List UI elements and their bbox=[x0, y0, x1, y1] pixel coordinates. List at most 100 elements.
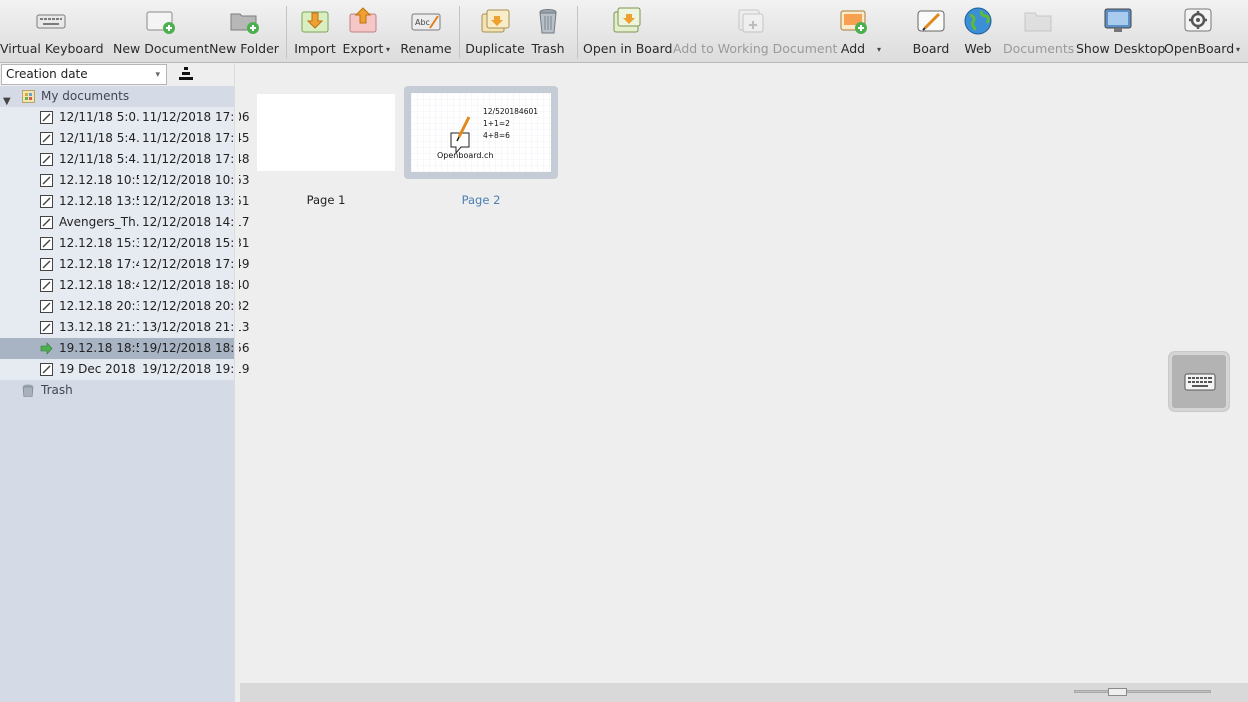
add-button[interactable]: Add bbox=[831, 0, 875, 62]
export-dropdown-arrow[interactable]: ▾ bbox=[386, 45, 390, 54]
document-pen-icon bbox=[40, 258, 53, 271]
document-name: 12/11/18 5:4... bbox=[59, 152, 139, 166]
web-button[interactable]: Web bbox=[958, 0, 998, 62]
trash-icon bbox=[22, 384, 34, 397]
folder-icon bbox=[1024, 12, 1052, 32]
tree-document-row[interactable]: 12.12.18 20:3212/12/2018 20:32 bbox=[0, 296, 250, 317]
grid-icon bbox=[22, 90, 35, 103]
document-pen-icon bbox=[40, 195, 53, 208]
tree-document-row[interactable]: 12/11/18 5:4... 11/12/2018 17:48 bbox=[0, 149, 250, 170]
panel-splitter[interactable] bbox=[234, 63, 239, 702]
new-folder-button[interactable]: New Folder bbox=[207, 0, 281, 62]
page-thumbnail-2[interactable]: 12/520184601 1+1=2 4+8=6 Openboard.ch Pa… bbox=[404, 86, 558, 216]
web-label: Web bbox=[964, 41, 992, 56]
rename-button[interactable]: Abc Rename bbox=[400, 0, 452, 62]
open-in-board-button[interactable]: Open in Board bbox=[583, 0, 672, 62]
trash-label: Trash bbox=[531, 41, 565, 56]
tree-document-row[interactable]: 19 Dec 2018 ...19/12/2018 19:19 bbox=[0, 359, 250, 380]
toolbar: Virtual Keyboard New Document New Folder… bbox=[0, 0, 1248, 63]
sort-order-icon[interactable] bbox=[178, 66, 194, 82]
export-icon bbox=[349, 7, 377, 33]
document-name: 19 Dec 2018 ... bbox=[59, 362, 139, 376]
import-icon bbox=[301, 11, 329, 33]
sort-bar: Creation date ▾ bbox=[0, 63, 234, 86]
add-dropdown-arrow[interactable]: ▾ bbox=[877, 45, 881, 54]
openboard-menu-button[interactable]: OpenBoard bbox=[1164, 0, 1235, 62]
document-name: 12/11/18 5:0... bbox=[59, 110, 139, 124]
import-label: Import bbox=[294, 41, 336, 56]
keyboard-icon bbox=[36, 14, 65, 29]
export-button[interactable]: Export bbox=[340, 0, 386, 62]
virtual-keyboard-button[interactable]: Virtual Keyboard bbox=[0, 0, 104, 62]
new-folder-icon bbox=[230, 13, 259, 34]
duplicate-button[interactable]: Duplicate bbox=[465, 0, 525, 62]
board-text-line-1: 12/520184601 bbox=[483, 107, 538, 116]
document-tree: ▼ My documents 12/11/18 5:0... 11/12/2018… bbox=[0, 86, 250, 702]
tree-document-row[interactable]: Avengers_Th... 12/12/2018 14:17 bbox=[0, 212, 250, 233]
documents-button[interactable]: Documents bbox=[1003, 0, 1074, 62]
document-name: 19.12.18 18:56 bbox=[59, 341, 139, 355]
monitor-icon bbox=[1104, 8, 1132, 32]
page-thumbnail-image bbox=[257, 94, 395, 171]
tree-document-row[interactable]: 12.12.18 17:4912/12/2018 17:49 bbox=[0, 254, 250, 275]
tree-folder-trash[interactable]: Trash bbox=[0, 380, 234, 401]
tree-document-row[interactable]: 12.12.18 15:3112/12/2018 15:31 bbox=[0, 233, 250, 254]
toolbar-separator bbox=[286, 6, 287, 58]
new-document-button[interactable]: New Document bbox=[113, 0, 209, 62]
svg-text:Abc: Abc bbox=[415, 18, 430, 27]
document-name: 12.12.18 20:32 bbox=[59, 299, 139, 313]
toolbar-separator bbox=[459, 6, 460, 58]
add-to-working-document-button[interactable]: Add to Working Document bbox=[673, 0, 838, 62]
board-text-caption: Openboard.ch bbox=[437, 151, 493, 160]
document-pen-icon bbox=[40, 237, 53, 250]
virtual-keyboard-label: Virtual Keyboard bbox=[0, 41, 104, 56]
new-document-label: New Document bbox=[113, 41, 209, 56]
thumbnail-zoom-slider[interactable] bbox=[1074, 690, 1211, 693]
document-name: 12/11/18 5:4... bbox=[59, 131, 139, 145]
document-pen-icon bbox=[40, 216, 53, 229]
tree-document-row[interactable]: 12/11/18 5:4... 11/12/2018 17:45 bbox=[0, 128, 250, 149]
floating-keyboard-button[interactable] bbox=[1168, 351, 1230, 412]
tree-folder-label: Trash bbox=[41, 383, 73, 397]
page-2-drawing: 12/520184601 1+1=2 4+8=6 Openboard.ch bbox=[411, 93, 551, 172]
trash-icon bbox=[539, 9, 557, 34]
board-icon bbox=[917, 10, 945, 32]
board-button[interactable]: Board bbox=[911, 0, 951, 62]
tree-document-row[interactable]: 13.12.18 21:1313/12/2018 21:13 bbox=[0, 317, 250, 338]
duplicate-label: Duplicate bbox=[465, 41, 525, 56]
page-thumbnail-1[interactable]: Page 1 bbox=[250, 86, 402, 216]
document-pen-icon bbox=[40, 321, 53, 334]
document-name: 12.12.18 17:49 bbox=[59, 257, 139, 271]
document-name: 12.12.18 15:31 bbox=[59, 236, 139, 250]
document-pen-icon bbox=[40, 300, 53, 313]
status-bar bbox=[240, 683, 1248, 702]
tree-document-row[interactable]: 12.12.18 13:5112/12/2018 13:51 bbox=[0, 191, 250, 212]
tree-folder-label: My documents bbox=[41, 89, 130, 103]
sort-by-select[interactable]: Creation date ▾ bbox=[1, 64, 167, 85]
add-to-working-document-label: Add to Working Document bbox=[673, 41, 838, 56]
rename-label: Rename bbox=[400, 41, 452, 56]
add-image-icon bbox=[840, 10, 867, 34]
trash-button[interactable]: Trash bbox=[528, 0, 568, 62]
show-desktop-button[interactable]: Show Desktop bbox=[1076, 0, 1165, 62]
document-name: 12.12.18 10:53 bbox=[59, 173, 139, 187]
openboard-dropdown-arrow[interactable]: ▾ bbox=[1236, 45, 1240, 54]
toolbar-separator bbox=[577, 6, 578, 58]
document-pen-icon bbox=[40, 174, 53, 187]
open-in-board-icon bbox=[613, 7, 641, 33]
duplicate-icon bbox=[481, 9, 510, 33]
tree-document-row[interactable]: 12.12.18 10:5312/12/2018 10:53 bbox=[0, 170, 250, 191]
tree-document-row[interactable]: 12/11/18 5:0... 11/12/2018 17:06 bbox=[0, 107, 250, 128]
tree-document-row[interactable]: 12.12.18 18:4012/12/2018 18:40 bbox=[0, 275, 250, 296]
import-button[interactable]: Import bbox=[292, 0, 338, 62]
openboard-label: OpenBoard bbox=[1164, 41, 1235, 56]
tree-folder-my-documents[interactable]: ▼ My documents bbox=[0, 86, 234, 107]
new-document-icon bbox=[146, 11, 175, 34]
tree-document-row[interactable]: 19.12.18 18:5619/12/2018 18:56 bbox=[0, 338, 250, 359]
add-to-working-document-icon bbox=[738, 9, 764, 33]
document-name: 12.12.18 18:40 bbox=[59, 278, 139, 292]
zoom-slider-handle[interactable] bbox=[1108, 688, 1127, 696]
document-name: 12.12.18 13:51 bbox=[59, 194, 139, 208]
board-text-line-3: 4+8=6 bbox=[483, 131, 510, 140]
sort-by-value: Creation date bbox=[6, 67, 88, 81]
